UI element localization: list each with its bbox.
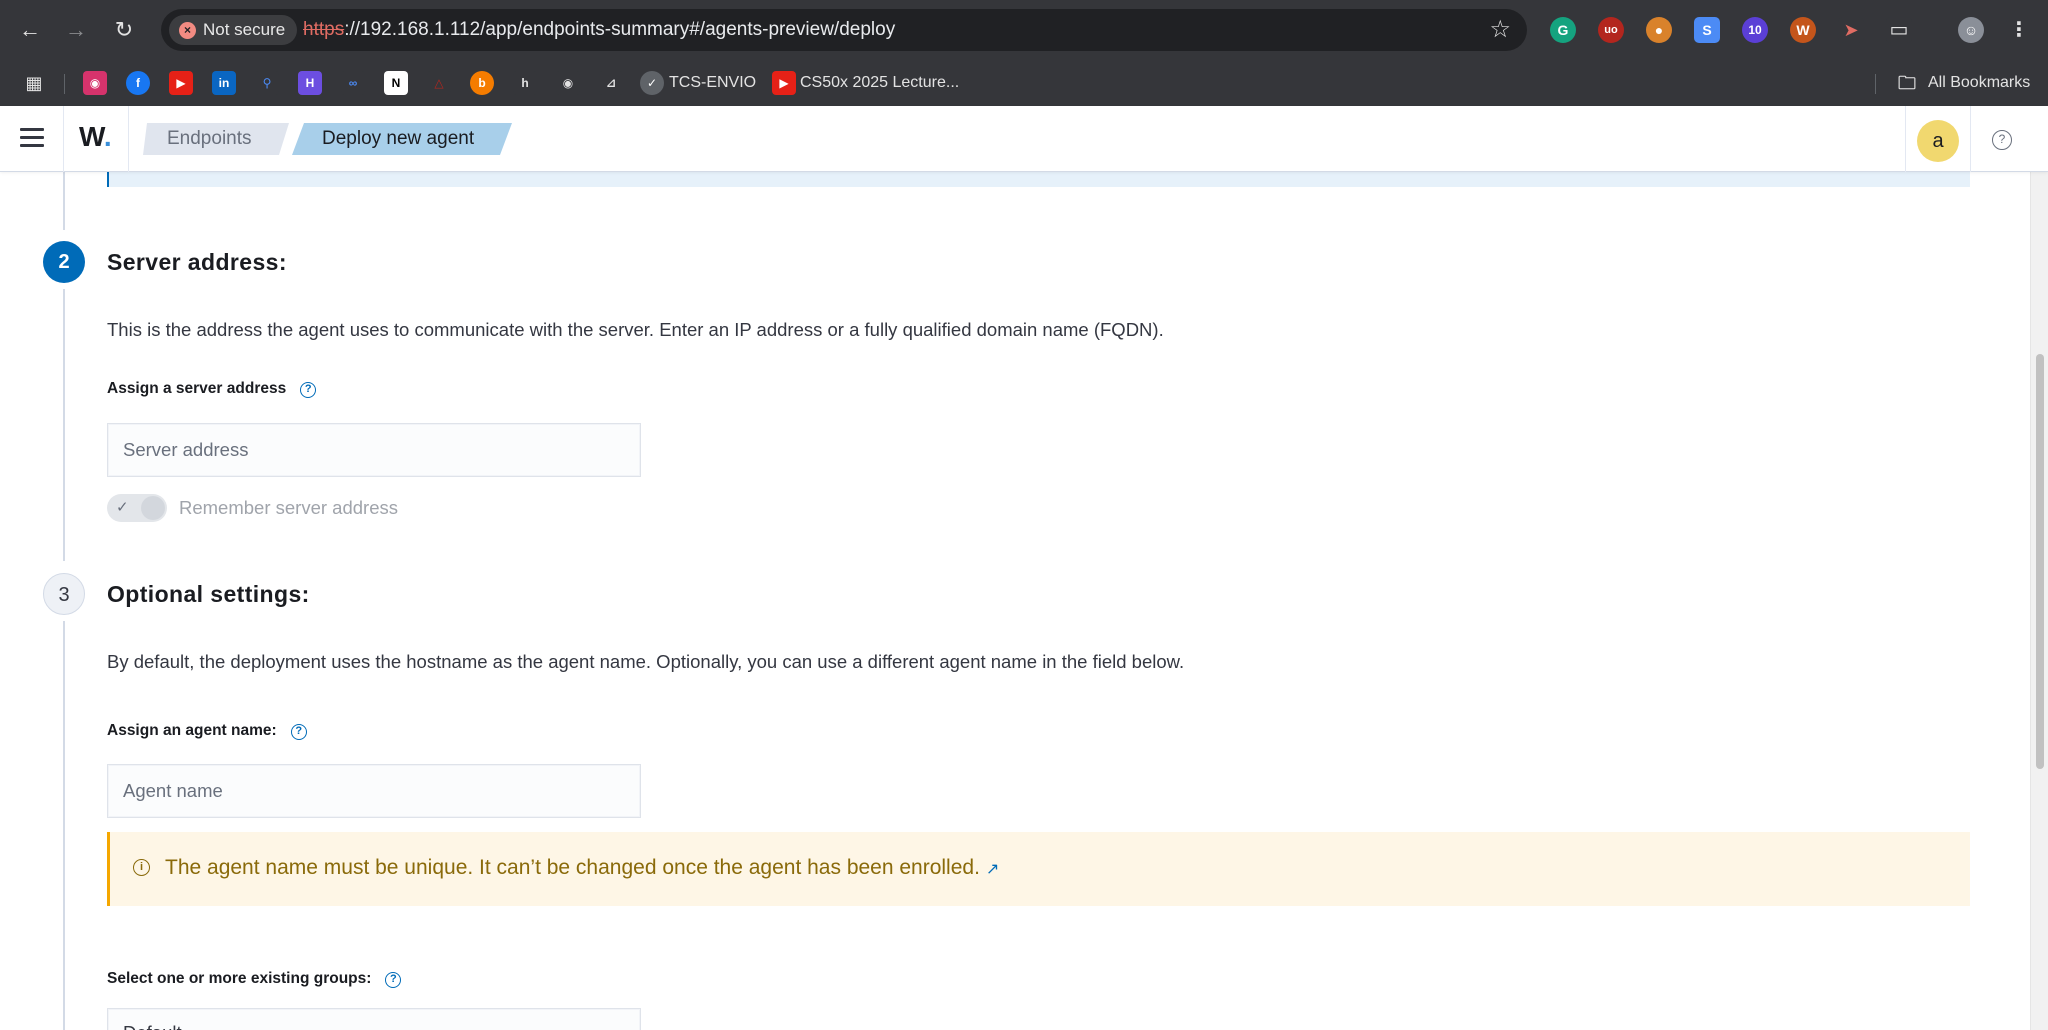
- page-scrollbar[interactable]: [2030, 172, 2048, 1030]
- cookie-icon[interactable]: ●: [1646, 17, 1672, 43]
- address-bar[interactable]: × Not secure https://192.168.1.112/app/e…: [161, 9, 1527, 51]
- check-icon: ✓: [116, 499, 129, 516]
- url-scheme: https: [303, 19, 345, 40]
- agent-name-label: Assign an agent name:?: [107, 722, 307, 740]
- warning-icon: ×: [179, 21, 196, 39]
- app-header: W. Endpoints Deploy new agent: [0, 106, 2048, 172]
- puzzle-icon[interactable]: ▭: [1886, 17, 1912, 43]
- youtube-icon[interactable]: ▶: [169, 71, 193, 95]
- url-text[interactable]: https://192.168.1.112/app/endpoints-summ…: [303, 9, 895, 51]
- help-tooltip-icon[interactable]: ?: [300, 382, 317, 398]
- browser-toolbar: ← → ↻ × Not secure https://192.168.1.112…: [0, 0, 2048, 60]
- apps-grid-icon[interactable]: ▦: [22, 71, 46, 95]
- extension-s-icon[interactable]: S: [1694, 17, 1720, 43]
- discord-icon[interactable]: ◉: [556, 71, 580, 95]
- remember-server-label: Remember server address: [179, 497, 398, 518]
- app-logo[interactable]: W.: [79, 122, 112, 152]
- help-icon[interactable]: ?: [1992, 130, 2012, 150]
- notion-icon[interactable]: N: [384, 71, 408, 95]
- header-divider: [1970, 106, 1971, 172]
- youtube-cs50-icon[interactable]: ▶: [772, 71, 796, 95]
- agent-name-warning-callout: i The agent name must be unique. It can’…: [107, 832, 1970, 906]
- kebab-menu-icon[interactable]: ⋮: [2006, 17, 2032, 43]
- breadcrumb-endpoints[interactable]: Endpoints: [143, 123, 289, 155]
- search-bookmark-icon[interactable]: ⚲: [255, 71, 279, 95]
- bookmark-b-icon[interactable]: b: [470, 71, 494, 95]
- bookmarks-divider-right: [1875, 74, 1876, 94]
- facebook-icon[interactable]: f: [126, 71, 150, 95]
- optional-settings-description: By default, the deployment uses the host…: [107, 651, 1185, 672]
- user-avatar[interactable]: a: [1917, 120, 1959, 162]
- back-arrow-icon[interactable]: ←: [14, 14, 46, 46]
- security-chip[interactable]: × Not secure: [169, 15, 298, 45]
- warning-text: The agent name must be unique. It can’t …: [165, 856, 1000, 879]
- browser-chrome: ← → ↻ × Not secure https://192.168.1.112…: [0, 0, 2048, 106]
- meta-icon[interactable]: ∞: [341, 71, 365, 95]
- groups-label: Select one or more existing groups:?: [107, 970, 402, 988]
- deploy-agent-form: 2 Server address: This is the address th…: [0, 172, 2030, 1030]
- bookmark-cs50[interactable]: CS50x 2025 Lecture...: [800, 71, 959, 95]
- wordpress-icon[interactable]: W: [1790, 17, 1816, 43]
- instagram-icon[interactable]: ◉: [83, 71, 107, 95]
- optional-settings-title: Optional settings:: [107, 581, 310, 607]
- menu-icon[interactable]: [20, 128, 44, 148]
- step-connector: [63, 172, 65, 230]
- reload-icon[interactable]: ↻: [108, 14, 140, 46]
- step-3-number: 3: [43, 573, 85, 615]
- pin-icon[interactable]: ➤: [1838, 17, 1864, 43]
- bookmark-red-icon[interactable]: △: [427, 71, 451, 95]
- profile-avatar-icon[interactable]: ☺: [1958, 17, 1984, 43]
- tcs-envio-icon[interactable]: ✓: [640, 71, 664, 95]
- step-connector: [63, 621, 65, 1030]
- bookmark-h-small-icon[interactable]: h: [513, 71, 537, 95]
- bookmarks-divider: [64, 74, 65, 94]
- bookmark-ship-icon[interactable]: ⊿: [599, 71, 623, 95]
- server-address-input[interactable]: [107, 423, 641, 477]
- agent-name-input[interactable]: [107, 764, 641, 818]
- breadcrumb-deploy-new-agent: Deploy new agent: [292, 123, 512, 155]
- help-tooltip-icon[interactable]: ?: [385, 972, 402, 988]
- toggle-knob: [141, 496, 165, 520]
- external-link-icon[interactable]: ↗: [986, 861, 999, 878]
- toggle-switch[interactable]: ✓: [107, 494, 167, 522]
- server-address-label: Assign a server address?: [107, 380, 317, 398]
- info-icon: i: [133, 859, 150, 876]
- help-tooltip-icon[interactable]: ?: [290, 724, 307, 740]
- step-connector: [63, 289, 65, 561]
- step-2-number: 2: [43, 241, 85, 283]
- header-divider: [63, 106, 64, 172]
- bookmarks-bar: ▦ ◉ f ▶ in ⚲ H ∞ N △ b h ◉ ⊿ ✓ TCS-ENVIO…: [0, 60, 2048, 106]
- forward-arrow-icon[interactable]: →: [60, 14, 92, 46]
- bookmark-tcs-envio[interactable]: TCS-ENVIO: [669, 71, 756, 95]
- folder-icon[interactable]: 🗀: [1895, 71, 1919, 95]
- info-callout: [107, 172, 1970, 187]
- scrollbar-thumb[interactable]: [2036, 354, 2044, 769]
- header-divider: [1905, 106, 1906, 172]
- bookmark-h-icon[interactable]: H: [298, 71, 322, 95]
- ublock-icon[interactable]: uo: [1598, 17, 1624, 43]
- server-address-description: This is the address the agent uses to co…: [107, 319, 1164, 340]
- linkedin-icon[interactable]: in: [212, 71, 236, 95]
- all-bookmarks[interactable]: All Bookmarks: [1928, 71, 2030, 95]
- grammarly-icon[interactable]: G: [1550, 17, 1576, 43]
- remember-server-toggle[interactable]: ✓ Remember server address: [107, 493, 398, 523]
- security-chip-label: Not secure: [203, 20, 286, 39]
- extension-badge-icon[interactable]: 10: [1742, 17, 1768, 43]
- groups-combobox[interactable]: Default: [107, 1008, 641, 1030]
- server-address-title: Server address:: [107, 249, 287, 275]
- header-divider: [128, 106, 129, 172]
- bookmark-star-icon[interactable]: ☆: [1489, 15, 1511, 45]
- url-path: ://192.168.1.112/app/endpoints-summary#/…: [344, 19, 896, 40]
